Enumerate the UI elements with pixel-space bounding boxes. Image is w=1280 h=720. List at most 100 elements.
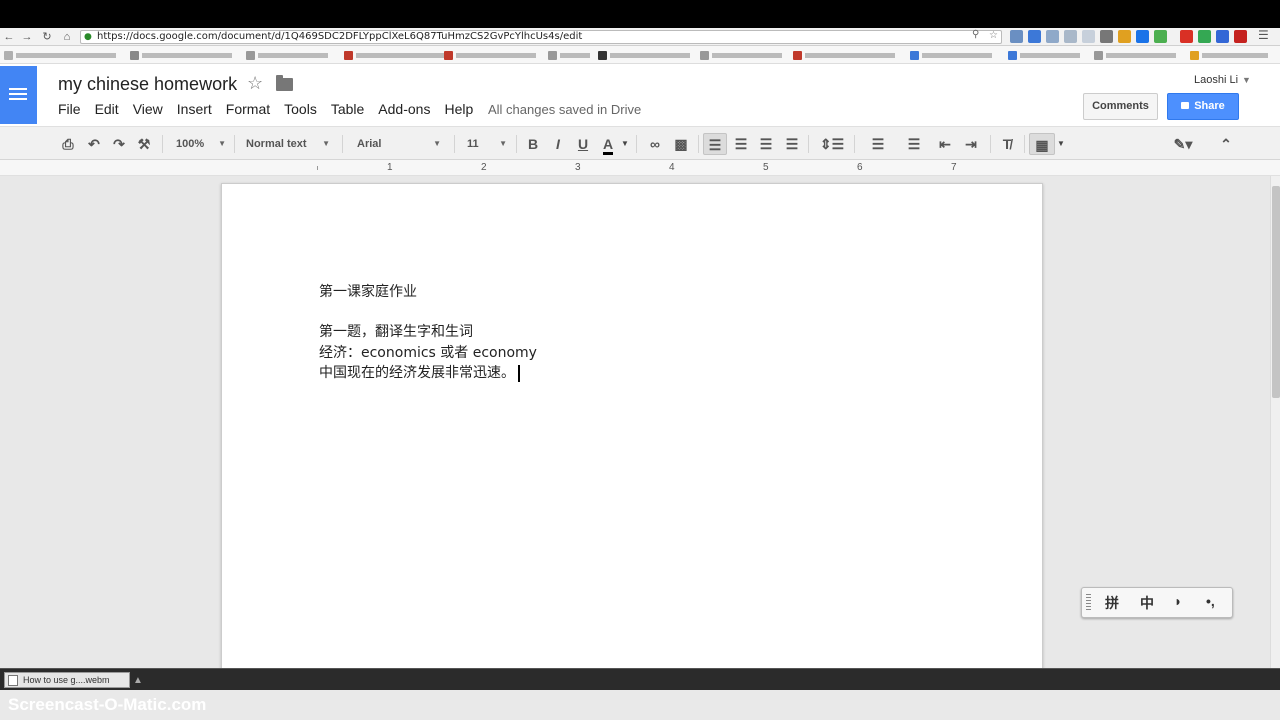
toolbar-separator — [854, 135, 855, 153]
clear-formatting-icon[interactable]: T̸ — [996, 133, 1018, 155]
extension-icon[interactable] — [1046, 30, 1059, 43]
comment-icon[interactable]: ▩ — [670, 133, 692, 155]
toolbar-separator — [162, 135, 163, 153]
zoom-select[interactable]: 100% ▼ — [176, 133, 228, 155]
extension-icon[interactable] — [1180, 30, 1193, 43]
document-page[interactable]: 第一课家庭作业 第一题，翻译生字和生词 经济：economics 或者 econ… — [221, 183, 1043, 673]
font-select[interactable]: Arial ▼ — [357, 133, 443, 155]
menu-edit[interactable]: Edit — [95, 101, 119, 117]
bookmark-item[interactable] — [548, 49, 598, 61]
menu-addons[interactable]: Add-ons — [378, 101, 430, 117]
extension-icon[interactable] — [1064, 30, 1077, 43]
toolbar-separator — [1024, 135, 1025, 153]
folder-icon[interactable] — [276, 75, 293, 91]
menu-file[interactable]: File — [58, 101, 81, 117]
ime-fullwidth-button[interactable]: ◗ — [1174, 593, 1182, 609]
bookmark-item[interactable] — [1190, 49, 1276, 61]
bookmark-item[interactable] — [598, 49, 698, 61]
extension-icon[interactable] — [1136, 30, 1149, 43]
menu-view[interactable]: View — [133, 101, 163, 117]
print-icon[interactable]: ⎙ — [58, 133, 78, 155]
user-account[interactable]: Laoshi Li ▼ — [1194, 74, 1251, 86]
bold-button[interactable]: B — [524, 133, 542, 155]
document-line[interactable]: 第一课家庭作业 — [319, 281, 417, 301]
comments-button[interactable]: Comments — [1083, 93, 1158, 120]
bookmark-item[interactable] — [246, 49, 336, 61]
extension-icon[interactable] — [1028, 30, 1041, 43]
line-spacing-icon[interactable]: ⇕☰ — [815, 133, 849, 155]
back-icon[interactable]: ← — [2, 31, 16, 43]
star-icon[interactable]: ☆ — [247, 73, 263, 94]
extension-icon[interactable] — [1010, 30, 1023, 43]
redo-icon[interactable]: ↷ — [109, 133, 129, 155]
document-title[interactable]: my chinese homework — [58, 74, 237, 95]
reload-icon[interactable]: ↻ — [40, 30, 54, 43]
chevron-down-icon[interactable]: ▼ — [620, 133, 630, 155]
extension-icon[interactable] — [1198, 30, 1211, 43]
bulleted-list-icon[interactable]: ☰ — [897, 133, 931, 155]
ruler-number: 5 — [763, 162, 769, 173]
align-center-icon[interactable]: ☰ — [729, 133, 753, 155]
ime-punctuation-button[interactable]: •, — [1206, 593, 1215, 609]
increase-indent-icon[interactable]: ⇥ — [960, 133, 982, 155]
bookmark-item[interactable] — [344, 49, 454, 61]
bookmark-item[interactable] — [444, 49, 544, 61]
zoom-icon[interactable]: ⚲ — [972, 29, 979, 40]
text-color-button[interactable]: A — [597, 133, 619, 155]
extension-icon[interactable] — [1216, 30, 1229, 43]
underline-button[interactable]: U — [574, 133, 592, 155]
ime-pinyin-button[interactable]: 拼 — [1105, 593, 1119, 613]
extension-icon[interactable] — [1082, 30, 1095, 43]
align-left-icon[interactable]: ☰ — [703, 133, 727, 155]
extension-icon[interactable] — [1100, 30, 1113, 43]
share-label: Share — [1194, 100, 1225, 112]
vertical-scrollbar[interactable] — [1270, 176, 1280, 668]
link-icon[interactable]: ∞ — [644, 133, 666, 155]
menu-icon[interactable]: ☰ — [1258, 28, 1269, 42]
chevron-down-icon[interactable]: ▼ — [1056, 133, 1066, 155]
menu-format[interactable]: Format — [226, 101, 270, 117]
scrollbar-thumb[interactable] — [1272, 186, 1280, 398]
menu-insert[interactable]: Insert — [177, 101, 212, 117]
bookmark-item[interactable] — [4, 49, 124, 61]
bookmark-item[interactable] — [910, 49, 1000, 61]
align-right-icon[interactable]: ☰ — [754, 133, 778, 155]
menu-help[interactable]: Help — [444, 101, 473, 117]
decrease-indent-icon[interactable]: ⇤ — [934, 133, 956, 155]
align-justify-icon[interactable]: ☰ — [780, 133, 804, 155]
home-icon[interactable]: ⌂ — [60, 31, 74, 43]
menu-table[interactable]: Table — [331, 101, 364, 117]
numbered-list-icon[interactable]: ☰ — [861, 133, 895, 155]
collapse-menu-icon[interactable]: ⌃ — [1215, 133, 1237, 155]
extension-icon[interactable] — [1118, 30, 1131, 43]
undo-icon[interactable]: ↶ — [84, 133, 104, 155]
bookmark-item[interactable] — [1094, 49, 1184, 61]
bookmark-item[interactable] — [1008, 49, 1088, 61]
drag-handle-icon[interactable] — [1086, 594, 1091, 612]
input-tools-icon[interactable]: ▦ — [1029, 133, 1055, 155]
editing-mode-icon[interactable]: ✎▾ — [1168, 133, 1198, 155]
download-item[interactable]: How to use g....webm — [4, 672, 130, 688]
bookmark-item[interactable] — [130, 49, 240, 61]
italic-button[interactable]: I — [549, 133, 567, 155]
ime-chinese-button[interactable]: 中 — [1140, 593, 1154, 613]
font-size-select[interactable]: 11 ▼ — [467, 133, 509, 155]
bookmark-item[interactable] — [793, 49, 903, 61]
ruler[interactable]: 1 2 3 4 5 6 7 — [0, 160, 1280, 176]
chevron-up-icon[interactable]: ▲ — [133, 675, 143, 686]
extension-icon[interactable] — [1234, 30, 1247, 43]
docs-home-icon[interactable] — [0, 66, 37, 124]
address-bar[interactable]: ● https://docs.google.com/document/d/1Q4… — [80, 30, 1002, 44]
document-line-last[interactable]: 中国现在的经济发展非常迅速。 — [319, 362, 520, 382]
style-select[interactable]: Normal text ▼ — [246, 133, 332, 155]
paint-format-icon[interactable]: ⚒ — [134, 133, 154, 155]
bookmark-item[interactable] — [700, 49, 790, 61]
chevron-down-icon: ▼ — [433, 139, 441, 148]
forward-icon[interactable]: → — [20, 31, 34, 43]
document-line[interactable]: 第一题，翻译生字和生词 — [319, 321, 473, 341]
extension-icon[interactable] — [1154, 30, 1167, 43]
document-line[interactable]: 经济：economics 或者 economy — [319, 342, 537, 362]
share-button[interactable]: Share — [1167, 93, 1239, 120]
bookmark-star-icon[interactable]: ☆ — [989, 30, 998, 42]
menu-tools[interactable]: Tools — [284, 101, 317, 117]
